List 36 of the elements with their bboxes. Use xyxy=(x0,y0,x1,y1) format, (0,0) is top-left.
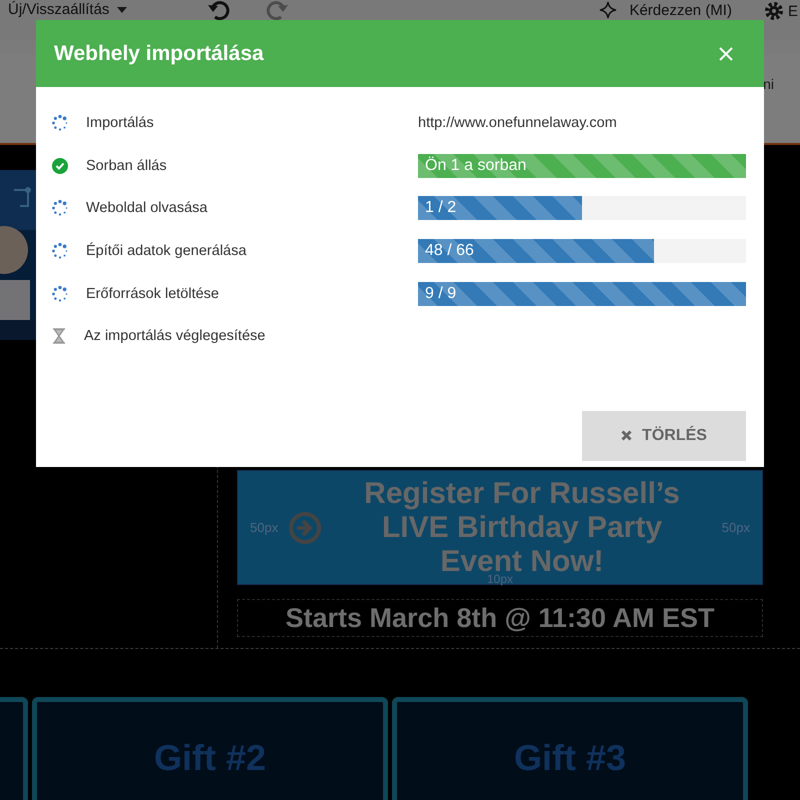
caret-icon xyxy=(117,6,128,12)
padding-label: 50px xyxy=(250,520,278,535)
step-label: Sorban állás xyxy=(86,158,167,174)
step-label: Importálás xyxy=(86,115,154,132)
spinner-icon xyxy=(52,286,68,302)
spinner-icon xyxy=(52,243,68,260)
spinner-icon xyxy=(52,115,68,132)
url-text: http://www.onefunnelaway.com xyxy=(418,115,617,132)
step-label: Weboldal olvasása xyxy=(86,200,208,216)
check-circle-icon xyxy=(52,158,68,174)
menu-dropdown[interactable]: Új/Visszaállítás xyxy=(8,1,168,18)
hourglass-icon xyxy=(52,328,66,344)
settings-button[interactable]: E xyxy=(764,1,798,21)
cancel-button[interactable]: TÖRLÉS xyxy=(582,410,746,461)
progress-text: 48 / 66 xyxy=(425,242,474,260)
progress-text: Ön 1 a sorban xyxy=(425,156,526,175)
spinner-icon xyxy=(52,200,68,216)
ai-assistant-button[interactable]: Kérdezzen (MI) xyxy=(599,1,732,19)
step-label: Az importálás véglegesítése xyxy=(84,328,266,344)
sparkle-icon xyxy=(599,1,618,19)
arrow-circle-icon xyxy=(288,510,322,544)
undo-icon[interactable] xyxy=(208,1,230,21)
step-label: Erőforrások letöltése xyxy=(86,286,219,302)
progress-text: 1 / 2 xyxy=(425,199,456,218)
padding-label: 50px xyxy=(722,520,750,535)
gift-title: Gift #2 xyxy=(154,737,266,780)
close-icon xyxy=(621,430,632,442)
padding-label: 10px xyxy=(486,572,514,586)
redo-icon[interactable] xyxy=(266,1,288,21)
step-label: Építői adatok generálása xyxy=(86,243,246,260)
event-date-text: Starts March 8th @ 11:30 AM EST xyxy=(237,599,763,637)
close-icon[interactable] xyxy=(718,46,734,62)
tab-label[interactable]: ni xyxy=(763,76,774,92)
dialog-title: Webhely importálása xyxy=(54,42,264,66)
gift-title: Gift #3 xyxy=(514,737,626,780)
progress-text: 9 / 9 xyxy=(425,284,456,303)
